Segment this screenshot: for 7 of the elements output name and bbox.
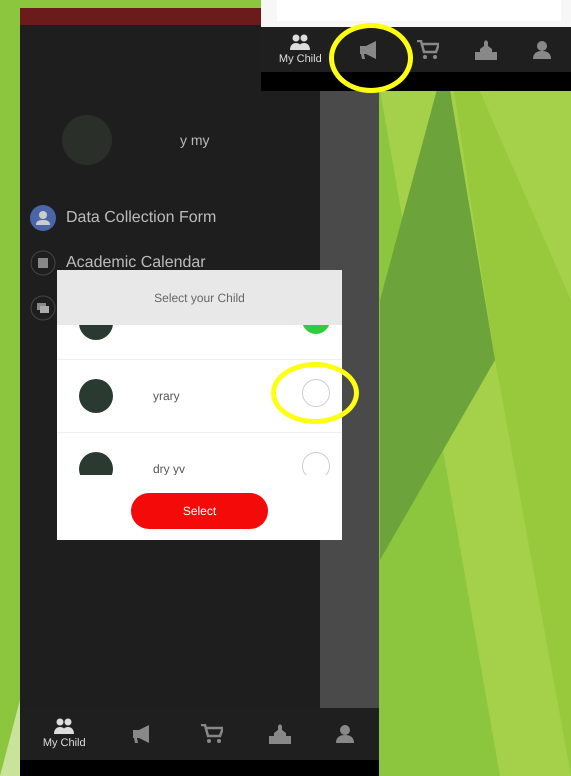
user-name: y my bbox=[180, 130, 211, 150]
tab-button[interactable]: My Child bbox=[278, 34, 322, 66]
tab-button[interactable]: My Child bbox=[42, 718, 86, 750]
child-name: yrary bbox=[153, 388, 181, 405]
select-button[interactable]: Select bbox=[131, 493, 268, 529]
menu-item[interactable]: Data Collection Form bbox=[30, 195, 216, 240]
dialog-title: Select your Child bbox=[57, 270, 342, 325]
